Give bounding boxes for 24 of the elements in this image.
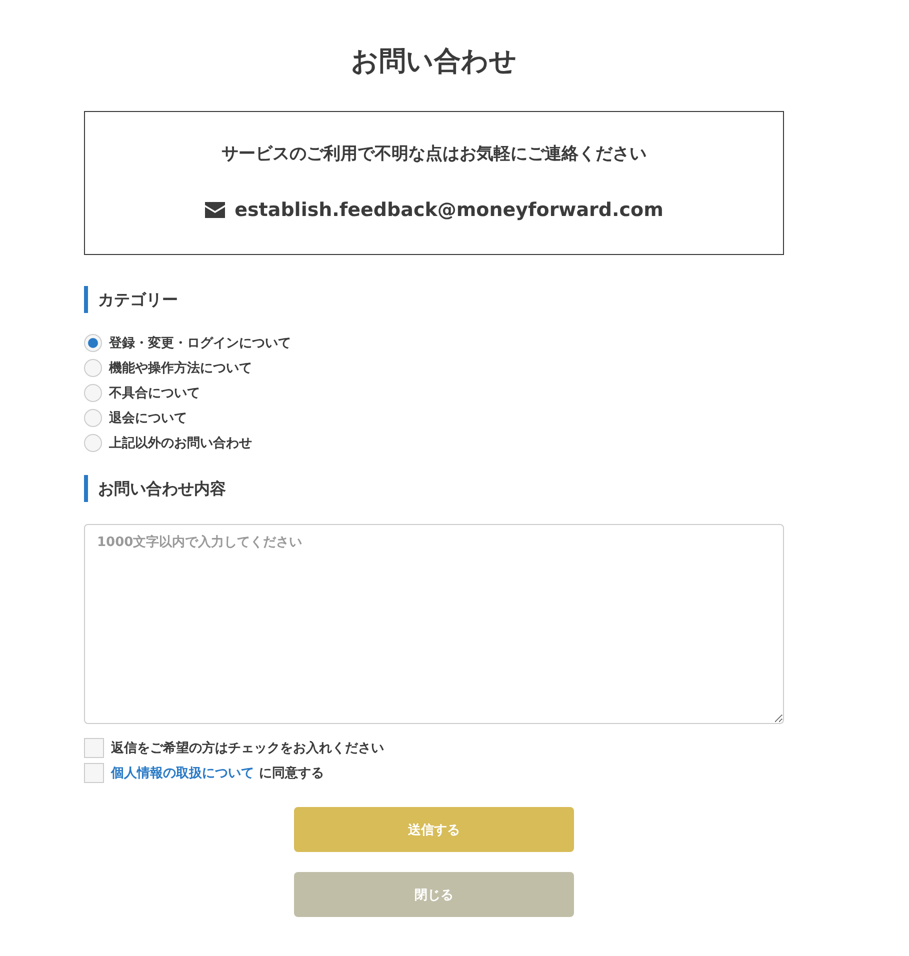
radio-button[interactable] xyxy=(84,409,102,427)
radio-label: 上記以外のお問い合わせ xyxy=(109,435,252,452)
radio-button[interactable] xyxy=(84,359,102,377)
radio-button[interactable] xyxy=(84,334,102,352)
email-address: establish.feedback@moneyforward.com xyxy=(234,199,664,221)
radio-label: 不具合について xyxy=(109,385,200,402)
radio-label: 登録・変更・ログインについて xyxy=(109,334,291,352)
message-field[interactable]: 1000文字以内で入力してください xyxy=(84,524,784,724)
notice-message: サービスのご利用で不明な点はお気軽にご連絡ください xyxy=(222,143,646,166)
checkbox-label: 返信をご希望の方はチェックをお入れください xyxy=(111,740,384,757)
radio-button[interactable] xyxy=(84,434,102,452)
checkbox[interactable] xyxy=(84,763,104,783)
radio-label: 機能や操作方法について xyxy=(109,360,252,377)
checkbox[interactable] xyxy=(84,738,104,758)
privacy-link[interactable]: 個人情報の取扱について xyxy=(111,764,254,782)
page-title: お問い合わせ xyxy=(350,45,518,79)
envelope-icon xyxy=(204,202,225,218)
radio-label: 退会について xyxy=(109,410,187,427)
radio-button[interactable] xyxy=(84,384,102,402)
section-heading: カテゴリー xyxy=(84,286,784,313)
close-button[interactable]: 閉じる xyxy=(294,872,574,917)
section-heading: お問い合わせ内容 xyxy=(84,475,784,502)
checkbox-label: に同意する xyxy=(259,764,324,782)
submit-button[interactable]: 送信する xyxy=(294,807,574,852)
